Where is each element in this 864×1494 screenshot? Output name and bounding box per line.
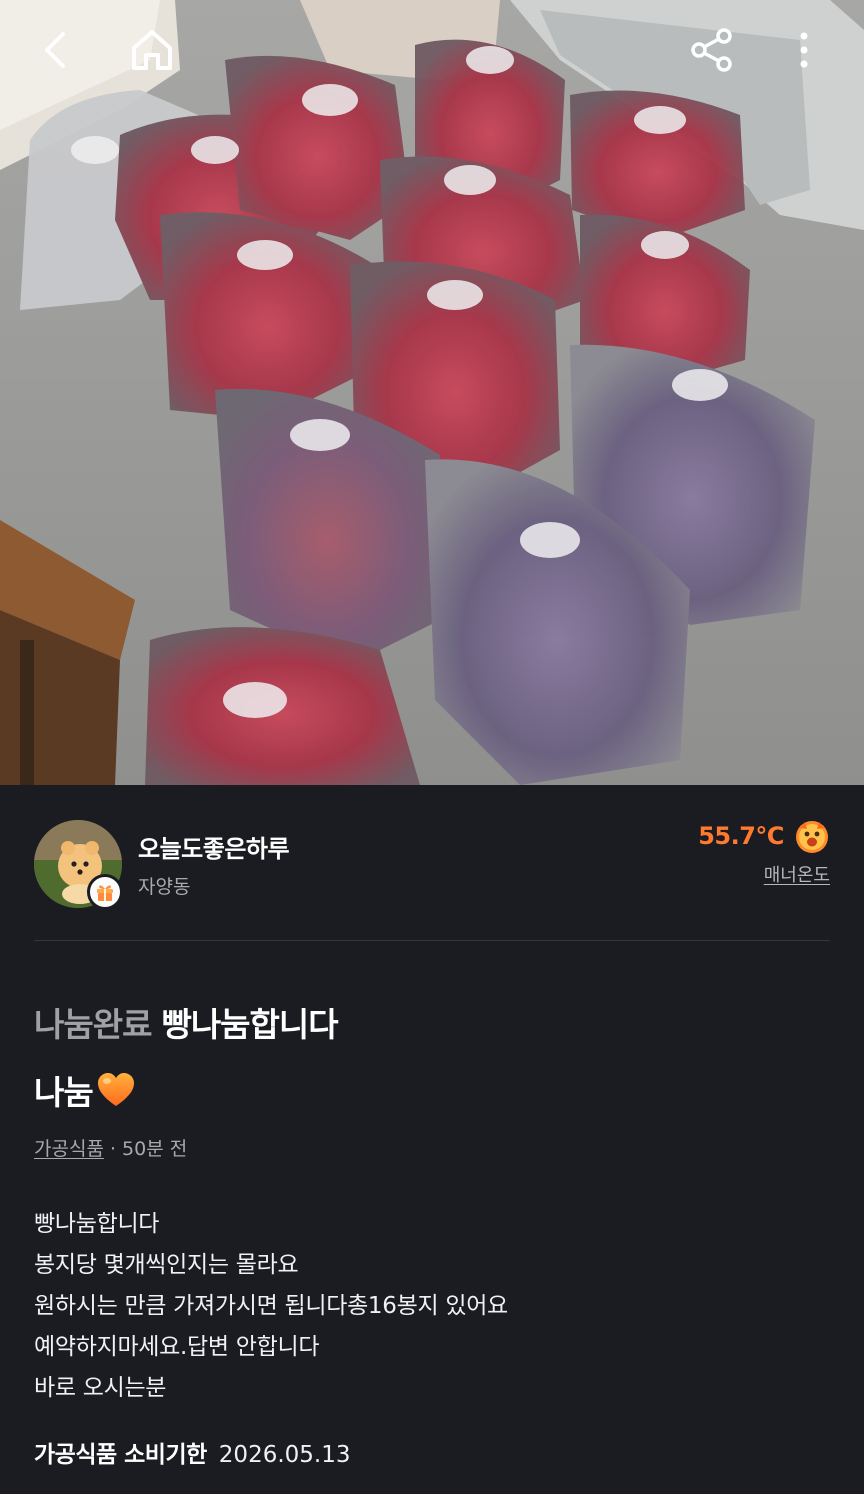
more-button[interactable] <box>776 22 832 78</box>
seller-nickname[interactable]: 오늘도좋은하루 <box>138 829 290 864</box>
post-category-link[interactable]: 가공식품 <box>34 1138 104 1160</box>
post-status-badge: 나눔완료 <box>34 1005 152 1044</box>
meta-separator: · <box>103 1138 123 1160</box>
post-body-line: 빵나눔합니다 <box>34 1211 160 1237</box>
orange-heart-icon <box>97 1073 134 1106</box>
gift-badge-icon <box>87 874 123 910</box>
gift-icon <box>97 885 113 901</box>
post-meta: 가공식품 · 50분 전 <box>34 1134 187 1161</box>
share-button[interactable] <box>684 22 740 78</box>
manner-temperature-value: 55.7℃ <box>698 822 784 850</box>
seller-location: 자양동 <box>138 876 191 898</box>
post-body-line: 예약하지마세요.답변 안합니다 <box>34 1334 320 1360</box>
manner-temperature-face-icon <box>796 821 828 853</box>
expiry-label: 가공식품 소비기한 <box>34 1442 207 1468</box>
post-title-line: 나눔완료 빵나눔합니다 <box>34 998 339 1046</box>
post-body-line: 원하시는 만큼 가져가시면 됩니다총16봉지 있어요 <box>34 1293 508 1319</box>
post-time: 50분 전 <box>122 1138 188 1160</box>
post-photo[interactable] <box>0 0 864 785</box>
more-vertical-icon <box>800 32 808 68</box>
section-divider <box>34 940 830 941</box>
post-subtitle: 나눔 <box>34 1066 137 1114</box>
home-button[interactable] <box>124 22 180 78</box>
seller-profile[interactable]: 오늘도좋은하루 자양동 55.7℃ 매너온도 <box>0 785 864 941</box>
post-body-line: 봉지당 몇개씩인지는 몰라요 <box>34 1252 299 1278</box>
expiry-info: 가공식품 소비기한 2026.05.13 <box>34 1435 351 1469</box>
photo-scene <box>0 0 864 785</box>
post-subtitle-text: 나눔 <box>34 1073 94 1112</box>
manner-temperature-label[interactable]: 매너온도 <box>764 861 830 887</box>
chevron-left-icon <box>45 32 65 68</box>
back-button[interactable] <box>28 22 84 78</box>
share-icon <box>691 28 732 72</box>
post-title: 빵나눔합니다 <box>161 1005 338 1044</box>
post-body: 빵나눔합니다 봉지당 몇개씩인지는 몰라요 원하시는 만큼 가져가시면 됩니다총… <box>34 1204 834 1409</box>
expiry-date: 2026.05.13 <box>218 1442 351 1468</box>
photo-topbar <box>0 0 864 100</box>
post-body-line: 바로 오시는분 <box>34 1375 167 1401</box>
home-icon <box>132 30 172 70</box>
